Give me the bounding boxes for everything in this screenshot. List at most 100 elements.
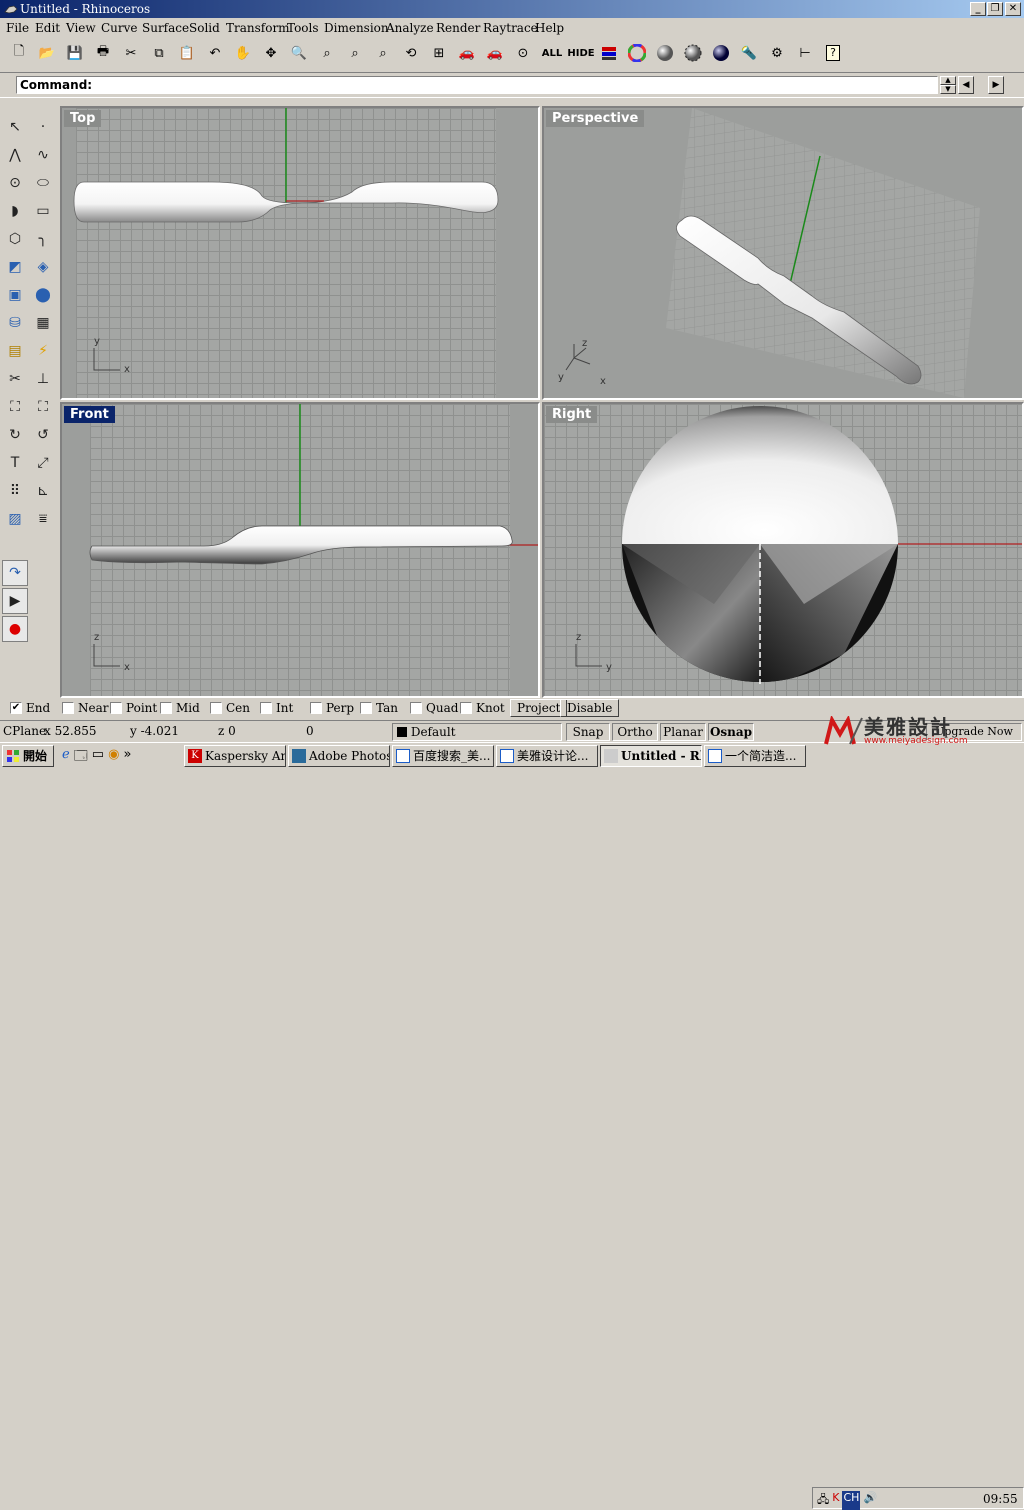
osnap-point[interactable]: Point xyxy=(110,701,157,715)
menu-transform[interactable]: Transform xyxy=(226,21,290,35)
cut-icon[interactable]: ✂ xyxy=(120,42,142,64)
repeat-icon[interactable]: ↷ xyxy=(2,560,28,586)
light-icon[interactable]: 🔦 xyxy=(738,42,760,64)
explorer-icon[interactable]: 🗔 xyxy=(74,747,88,765)
print-icon[interactable]: 🖶 xyxy=(92,42,114,64)
shaded-sphere-icon[interactable] xyxy=(654,42,676,64)
flow-icon[interactable]: ⩸ xyxy=(30,506,56,532)
taskbar-item-meiya[interactable]: 美雅设计论... xyxy=(496,745,598,767)
pan-hand-icon[interactable]: ✋ xyxy=(232,42,254,64)
checkbox-icon[interactable] xyxy=(460,702,472,714)
analyze-icon[interactable]: ▤ xyxy=(2,338,28,364)
select-arrow-icon[interactable]: ↖ xyxy=(2,114,28,140)
input-method-icon[interactable]: CH xyxy=(842,1491,861,1510)
viewport-top[interactable]: Top y x xyxy=(60,106,540,400)
snap-toggle[interactable]: Snap xyxy=(566,723,610,741)
four-viewports-icon[interactable]: ⊞ xyxy=(428,42,450,64)
menu-surface[interactable]: Surface xyxy=(142,21,189,35)
save-icon[interactable]: 💾 xyxy=(64,42,86,64)
split-icon[interactable]: ⊥ xyxy=(30,366,56,392)
viewport-right-label[interactable]: Right xyxy=(546,406,598,423)
media-icon[interactable]: ◉ xyxy=(108,747,119,765)
checkbox-icon[interactable] xyxy=(62,702,74,714)
zoom-dynamic-icon[interactable]: 🔍 xyxy=(288,42,310,64)
zoom-extents-icon[interactable]: ⌕ xyxy=(344,42,366,64)
osnap-cen[interactable]: Cen xyxy=(210,701,250,715)
blue-sphere-icon[interactable] xyxy=(710,42,732,64)
taskbar-item-kaspersky[interactable]: KKaspersky An... xyxy=(184,745,286,767)
viewport-front-label[interactable]: Front xyxy=(64,406,115,423)
undo-icon[interactable]: ↶ xyxy=(204,42,226,64)
osnap-mid[interactable]: Mid xyxy=(160,701,200,715)
curve-icon[interactable]: ∿ xyxy=(30,142,56,168)
start-button[interactable]: 開始 xyxy=(2,745,54,767)
select-icon[interactable]: ⊙ xyxy=(512,42,534,64)
disable-button[interactable]: Disable xyxy=(560,699,620,717)
options-gears-icon[interactable]: ⚙ xyxy=(766,42,788,64)
osnap-int[interactable]: Int xyxy=(260,701,293,715)
transform-icon[interactable]: ⛶ xyxy=(2,394,28,420)
orient-icon[interactable]: ↺ xyxy=(30,422,56,448)
checkbox-icon[interactable] xyxy=(210,702,222,714)
shade-car-icon[interactable]: 🚗 xyxy=(484,42,506,64)
circle-icon[interactable]: ⊙ xyxy=(2,170,28,196)
menu-dimension[interactable]: Dimension xyxy=(324,21,389,35)
menu-solid[interactable]: Solid xyxy=(189,21,220,35)
menu-file[interactable]: File xyxy=(6,21,29,35)
checkbox-icon[interactable] xyxy=(310,702,322,714)
color-wheel-icon[interactable] xyxy=(626,42,648,64)
menu-analyze[interactable]: Analyze xyxy=(386,21,434,35)
cylinder-icon[interactable]: ⛁ xyxy=(2,310,28,336)
checkbox-icon[interactable] xyxy=(410,702,422,714)
project-button[interactable]: Project xyxy=(510,699,568,717)
history-left-button[interactable]: ◀ xyxy=(958,76,974,94)
open-folder-icon[interactable]: 📂 xyxy=(36,42,58,64)
mesh-icon[interactable]: ▦ xyxy=(30,310,56,336)
sphere-model[interactable] xyxy=(614,404,914,694)
osnap-quad[interactable]: Quad xyxy=(410,701,458,715)
close-button[interactable]: ✕ xyxy=(1005,2,1021,16)
osnap-tan[interactable]: Tan xyxy=(360,701,398,715)
osnap-knot[interactable]: Knot xyxy=(460,701,505,715)
rotate-icon[interactable]: ↻ xyxy=(2,422,28,448)
taskbar-item-baidu[interactable]: 百度搜索_美... xyxy=(392,745,494,767)
select-all-button[interactable]: ALL xyxy=(540,42,564,64)
osnap-near[interactable]: Near xyxy=(62,701,109,715)
dimension-tool-icon[interactable]: ⊾ xyxy=(30,478,56,504)
checkbox-icon[interactable] xyxy=(360,702,372,714)
viewport-perspective-label[interactable]: Perspective xyxy=(546,110,645,127)
help-icon[interactable]: ? xyxy=(822,42,844,64)
ie-icon[interactable]: ℯ xyxy=(62,747,70,765)
hide-button[interactable]: HIDE xyxy=(567,42,594,64)
polygon-icon[interactable]: ⬡ xyxy=(2,226,28,252)
rectangle-icon[interactable]: ▭ xyxy=(30,198,56,224)
knife-model-front[interactable] xyxy=(89,525,513,565)
undo-view-icon[interactable]: ⟲ xyxy=(400,42,422,64)
layer-selector[interactable]: Default xyxy=(392,723,562,741)
ortho-toggle[interactable]: Ortho xyxy=(612,723,658,741)
viewport-front[interactable]: Front z x xyxy=(60,402,540,698)
kaspersky-tray-icon[interactable]: K xyxy=(832,1491,839,1510)
menu-render[interactable]: Render xyxy=(436,21,480,35)
menu-help[interactable]: Help xyxy=(535,21,564,35)
network-icon[interactable]: 🖧 xyxy=(817,1491,829,1510)
trim-icon[interactable]: ✂ xyxy=(2,366,28,392)
polyline-icon[interactable]: ⋀ xyxy=(2,142,28,168)
checkbox-icon[interactable] xyxy=(260,702,272,714)
record-icon[interactable]: ● xyxy=(2,616,28,642)
lightning-icon[interactable]: ⚡ xyxy=(30,338,56,364)
array-icon[interactable]: ⛶ xyxy=(30,394,56,420)
more-chevron-icon[interactable]: » xyxy=(123,747,131,765)
render-icon[interactable]: ▨ xyxy=(2,506,28,532)
surface-icon[interactable]: ◩ xyxy=(2,254,28,280)
restore-button[interactable]: ❐ xyxy=(987,2,1003,16)
osnap-end[interactable]: ✔ End xyxy=(10,701,50,715)
checkbox-icon[interactable]: ✔ xyxy=(10,702,22,714)
volume-icon[interactable]: 🔊 xyxy=(863,1491,877,1510)
surface-edit-icon[interactable]: ◈ xyxy=(30,254,56,280)
scale-icon[interactable]: ⤢ xyxy=(30,450,56,476)
box-solid-icon[interactable]: ▣ xyxy=(2,282,28,308)
menu-curve[interactable]: Curve xyxy=(101,21,138,35)
ellipse-icon[interactable]: ⬭ xyxy=(30,170,56,196)
group-icon[interactable]: ⠿ xyxy=(2,478,28,504)
